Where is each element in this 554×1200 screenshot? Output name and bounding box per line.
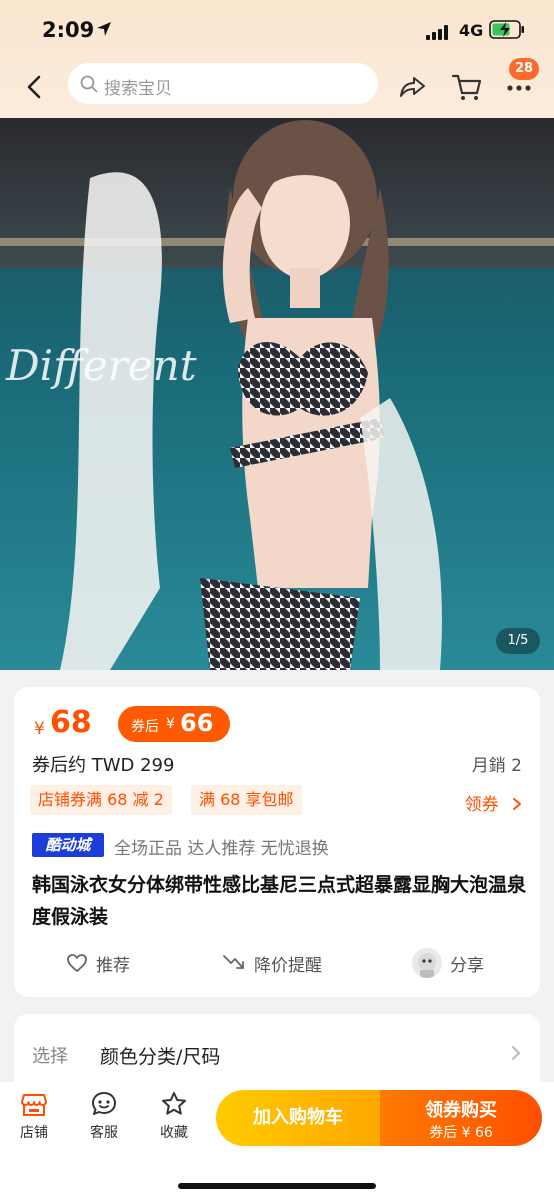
recommend-label: 推荐 <box>96 955 130 976</box>
monthly-sales: 月銷 2 <box>471 756 522 776</box>
store-button[interactable]: 店铺 <box>6 1090 62 1142</box>
customer-service-button[interactable]: 客服 <box>76 1090 132 1142</box>
star-icon <box>162 1092 186 1115</box>
recommend-button[interactable]: 推荐 <box>66 945 130 981</box>
purchase-buttons: 加入购物车 领券购买 券后 ¥ 66 <box>216 1090 542 1146</box>
chevron-right-icon <box>513 798 521 810</box>
signal-icon <box>426 24 452 40</box>
product-title: 韩国泳衣女分体绑带性感比基尼三点式超暴露显胸大泡温泉度假泳装 <box>32 874 527 928</box>
avatar <box>412 948 442 978</box>
store-label: 店铺 <box>20 1125 48 1141</box>
image-counter: 1/5 <box>496 628 540 654</box>
brand-logo: 酷动城 <box>32 833 104 857</box>
share-label: 分享 <box>450 955 484 976</box>
store-icon <box>21 1094 47 1116</box>
claim-coupon-label: 领券 <box>464 795 499 815</box>
favorite-button[interactable]: 收藏 <box>146 1090 202 1142</box>
twd-price: 券后约 TWD 299 <box>32 755 175 776</box>
price-drop-icon <box>223 955 244 969</box>
share-icon[interactable] <box>398 72 428 102</box>
price-alert-label: 降价提醒 <box>254 955 322 976</box>
message-count-badge: 28 <box>509 58 539 80</box>
favorite-label: 收藏 <box>160 1125 188 1141</box>
price-value: 68 <box>50 705 92 740</box>
buy-sub-label: 券后 ¥ 66 <box>429 1125 493 1141</box>
price-currency: ¥ <box>34 719 45 739</box>
search-placeholder: 搜索宝贝 <box>104 79 172 99</box>
home-indicator <box>178 1183 376 1189</box>
coupon-price-value: 66 <box>180 709 214 737</box>
coupon-currency: ¥ <box>166 716 175 732</box>
service-guarantees: 全场正品 达人推荐 无忧退换 <box>114 839 329 859</box>
back-arrow-icon[interactable] <box>20 72 50 102</box>
product-info-card: ¥ 68 券后 ¥ 66 券后约 TWD 299 月銷 2 店铺券满 68 减 … <box>14 687 540 997</box>
status-time: 2:09 <box>42 18 95 42</box>
service-label: 客服 <box>90 1125 118 1141</box>
add-to-cart-button[interactable]: 加入购物车 <box>216 1090 380 1146</box>
heart-icon <box>67 954 87 972</box>
battery-charging-icon <box>489 20 524 39</box>
search-icon <box>80 75 98 93</box>
store-coupon-tag[interactable]: 店铺券满 68 减 2 <box>30 785 172 815</box>
status-bar: 2:09 4G <box>0 0 554 58</box>
coupon-price-badge: 券后 ¥ 66 <box>118 706 230 742</box>
buy-with-coupon-button[interactable]: 领券购买 券后 ¥ 66 <box>380 1090 542 1146</box>
select-value: 颜色分类/尺码 <box>100 1046 221 1068</box>
hero-caption-text: Different <box>5 341 197 390</box>
search-input[interactable]: 搜索宝贝 <box>68 63 378 104</box>
chat-icon <box>92 1092 116 1115</box>
cart-icon[interactable] <box>451 71 483 103</box>
share-button[interactable]: 分享 <box>412 945 484 981</box>
header-bar: 搜索宝贝 28 <box>0 58 554 118</box>
chevron-right-icon <box>512 1046 520 1060</box>
product-image-carousel[interactable]: Different 1/5 <box>0 118 554 670</box>
claim-coupon-link[interactable]: 领券 <box>465 790 524 815</box>
price-alert-button[interactable]: 降价提醒 <box>222 945 322 981</box>
select-label: 选择 <box>32 1046 68 1067</box>
product-actions: 推荐 降价提醒 分享 <box>14 945 540 981</box>
buy-label: 领券购买 <box>425 1100 497 1121</box>
location-arrow-icon <box>97 22 111 36</box>
more-icon[interactable] <box>504 78 534 98</box>
free-shipping-tag[interactable]: 满 68 享包邮 <box>191 785 302 815</box>
network-label: 4G <box>459 21 484 40</box>
product-photo: Different <box>0 118 554 670</box>
coupon-label: 券后 <box>131 719 159 735</box>
